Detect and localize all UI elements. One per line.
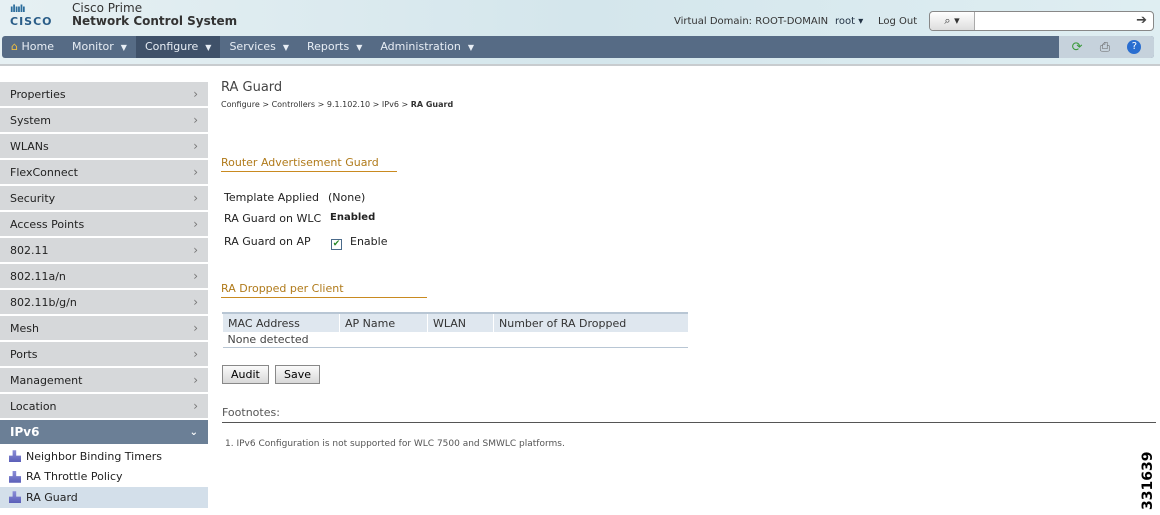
config-icon: [9, 470, 21, 483]
figure-number: 331639: [1140, 451, 1156, 510]
search-icon[interactable]: ⌕ ▾: [930, 12, 975, 30]
logout-link[interactable]: Log Out: [878, 16, 917, 27]
chevron-right-icon: ›: [193, 269, 198, 283]
chevron-right-icon: ›: [193, 217, 198, 231]
nav-home[interactable]: ⌂ Home: [2, 36, 63, 58]
template-applied-label: Template Applied: [224, 191, 320, 204]
empty-message: None detected: [222, 332, 688, 348]
sidebar-item[interactable]: FlexConnect ›: [0, 160, 208, 186]
chevron-down-icon: ▼: [205, 43, 212, 52]
sidebar-item[interactable]: WLANs ›: [0, 134, 208, 160]
chevron-right-icon: ›: [193, 191, 198, 205]
sidebar-item[interactable]: Properties ›: [0, 82, 208, 108]
chevron-down-icon: ▼: [467, 43, 474, 52]
chevron-right-icon: ›: [193, 87, 198, 101]
ra-dropped-table: MAC Address AP Name WLAN Number of RA Dropp…: [222, 312, 688, 348]
enable-checkbox[interactable]: ✔: [331, 239, 342, 250]
chevron-down-icon: ▼: [282, 43, 289, 52]
sidebar: Properties › System › WLANs › FlexConnect › Secu…: [0, 82, 208, 508]
chevron-right-icon: ›: [193, 399, 198, 413]
sidebar-item[interactable]: 802.11b/g/n ›: [0, 290, 208, 316]
chevron-right-icon: ›: [193, 139, 198, 153]
search-input[interactable]: ⌕ ▾ ➔: [929, 11, 1154, 31]
col-ap-name[interactable]: AP Name: [339, 312, 428, 332]
ra-guard-ap-label: RA Guard on AP: [224, 235, 311, 248]
main-content: RA Guard Configure > Controllers > 9.1.1…: [221, 80, 453, 109]
chevron-right-icon: ›: [193, 373, 198, 387]
chevron-down-icon: ▼: [356, 43, 363, 52]
col-mac[interactable]: MAC Address: [222, 312, 340, 332]
header: ılıılı CISCO Cisco Prime Network Control S…: [0, 0, 1160, 66]
chevron-right-icon: ›: [193, 347, 198, 361]
refresh-icon[interactable]: ⟳: [1072, 40, 1083, 55]
chevron-right-icon: ›: [193, 113, 198, 127]
cisco-logo: ılıılı CISCO: [10, 4, 53, 28]
col-wlan[interactable]: WLAN: [427, 312, 494, 332]
chevron-right-icon: ›: [193, 243, 198, 257]
help-icon[interactable]: ?: [1127, 40, 1142, 54]
chevron-right-icon: ›: [193, 321, 198, 335]
nav-services[interactable]: Services ▼: [220, 36, 298, 58]
save-button[interactable]: Save: [275, 365, 321, 384]
breadcrumb: Configure > Controllers > 9.1.102.10 > I…: [221, 100, 454, 109]
table-row: None detected: [222, 332, 688, 348]
go-arrow-icon[interactable]: ➔: [1136, 13, 1147, 28]
template-applied-value: (None): [328, 191, 366, 204]
sidebar-item[interactable]: Security ›: [0, 186, 208, 212]
nav-configure[interactable]: Configure ▼: [135, 36, 221, 58]
chevron-down-icon: ▼: [120, 43, 127, 52]
section-router-advertisement-guard: Router Advertisement Guard: [221, 156, 397, 172]
chevron-down-icon: ⌄: [189, 426, 198, 438]
ra-guard-wlc-value: Enabled: [330, 212, 376, 223]
ra-guard-wlc-label: RA Guard on WLC: [224, 212, 322, 225]
sidebar-item[interactable]: 802.11a/n ›: [0, 264, 208, 290]
user-menu[interactable]: root ▾: [835, 16, 863, 27]
sidebar-subitem[interactable]: RA Guard: [0, 487, 208, 508]
sidebar-subitem[interactable]: Neighbor Binding Timers: [0, 446, 208, 467]
sidebar-item-ipv6[interactable]: IPv6 ⌄: [0, 420, 208, 446]
audit-button[interactable]: Audit: [222, 365, 269, 384]
virtual-domain: Virtual Domain: ROOT-DOMAIN: [674, 16, 829, 27]
product-name: Cisco Prime Network Control System: [72, 1, 238, 28]
sidebar-item[interactable]: Mesh ›: [0, 316, 208, 342]
sidebar-item[interactable]: Ports ›: [0, 342, 208, 368]
sidebar-item[interactable]: 802.11 ›: [0, 238, 208, 264]
nav-monitor[interactable]: Monitor ▼: [63, 36, 136, 58]
sidebar-item[interactable]: Access Points ›: [0, 212, 208, 238]
sidebar-item[interactable]: System ›: [0, 108, 208, 134]
ra-guard-ap-field: ✔ Enable: [331, 235, 388, 250]
sidebar-subitem[interactable]: RA Throttle Policy: [0, 467, 208, 488]
home-icon: ⌂: [11, 40, 18, 53]
sidebar-item[interactable]: Location ›: [0, 394, 208, 420]
nav-administration[interactable]: Administration ▼: [371, 36, 483, 58]
footnote-1: 1. IPv6 Configuration is not supported f…: [225, 439, 565, 449]
config-icon: [9, 450, 21, 463]
section-ra-dropped: RA Dropped per Client: [221, 282, 427, 298]
main-nav: ⌂ Home Monitor ▼ Configure ▼ Services ▼ Rep…: [2, 36, 1154, 58]
chevron-right-icon: ›: [193, 295, 198, 309]
config-icon: [9, 491, 21, 504]
print-icon[interactable]: ⎙: [1100, 40, 1110, 55]
page-title: RA Guard: [221, 80, 283, 95]
nav-tools: ⟳ ⎙ ?: [1059, 36, 1154, 58]
chevron-right-icon: ›: [193, 165, 198, 179]
footnotes-heading: Footnotes:: [222, 406, 1156, 423]
nav-reports[interactable]: Reports ▼: [298, 36, 371, 58]
col-ra-dropped[interactable]: Number of RA Dropped: [493, 312, 688, 332]
sidebar-item[interactable]: Management ›: [0, 368, 208, 394]
